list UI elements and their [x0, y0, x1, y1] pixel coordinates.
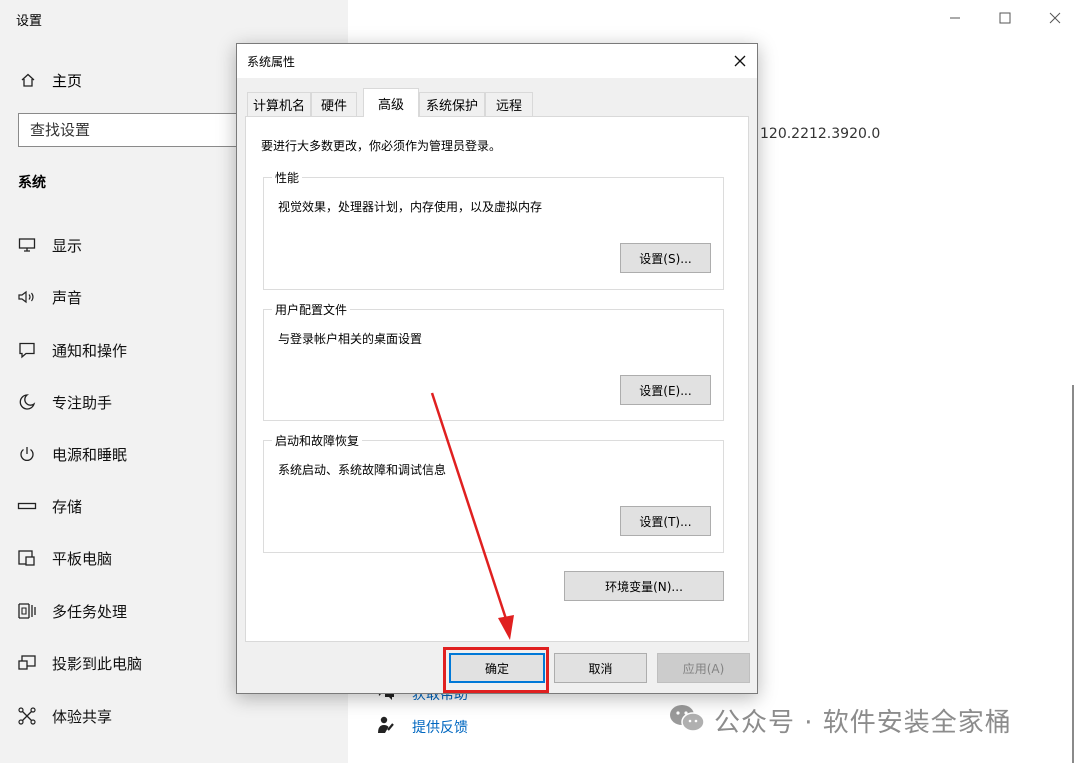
- nav-item-label: 多任务处理: [52, 602, 128, 621]
- nav-home-label: 主页: [52, 71, 83, 90]
- nav-item-label: 声音: [52, 288, 83, 307]
- ok-highlight-box: [443, 647, 549, 693]
- nav-item-label: 平板电脑: [52, 549, 113, 568]
- dialog-title: 系统属性: [247, 55, 296, 69]
- search-settings-input[interactable]: 查找设置: [18, 113, 258, 147]
- nav-item-display[interactable]: 显示: [16, 231, 82, 259]
- nav-home[interactable]: 主页: [18, 68, 82, 92]
- dialog-close-button[interactable]: [727, 48, 753, 74]
- environment-variables-button[interactable]: 环境变量(N)...: [564, 571, 724, 601]
- settings-title: 设置: [16, 14, 43, 29]
- nav-item-label: 体验共享: [52, 707, 113, 726]
- system-properties-dialog: 系统属性 计算机名 硬件 高级 系统保护 远程 要进行大多数更改，你必须作为管理…: [236, 43, 758, 694]
- section-title-system: 系统: [18, 175, 46, 191]
- dialog-titlebar[interactable]: 系统属性: [237, 44, 757, 78]
- tablet-icon: [16, 547, 38, 569]
- share-icon: [16, 705, 38, 727]
- nav-item-focus-assist[interactable]: 专注助手: [16, 388, 112, 416]
- notification-icon: [16, 339, 38, 361]
- group-desc-user-profiles: 与登录帐户相关的桌面设置: [278, 332, 423, 346]
- minimize-button[interactable]: [943, 6, 967, 30]
- home-icon: [18, 70, 38, 90]
- tab-computer-name[interactable]: 计算机名: [247, 92, 311, 116]
- nav-item-label: 存储: [52, 497, 83, 516]
- nav-item-tablet[interactable]: 平板电脑: [16, 544, 112, 572]
- nav-item-label: 通知和操作: [52, 341, 128, 360]
- maximize-button[interactable]: [993, 6, 1017, 30]
- watermark: 公众号 · 软件安装全家桶: [668, 702, 1012, 738]
- apply-button[interactable]: 应用(A): [657, 653, 750, 683]
- nav-item-power-sleep[interactable]: 电源和睡眠: [16, 440, 127, 468]
- tab-remote[interactable]: 远程: [485, 92, 533, 116]
- close-window-button[interactable]: [1043, 6, 1067, 30]
- user-profiles-settings-button[interactable]: 设置(E)...: [620, 375, 711, 405]
- feedback-icon: [376, 715, 396, 739]
- tab-advanced[interactable]: 高级: [363, 88, 419, 117]
- power-icon: [16, 443, 38, 465]
- nav-item-label: 电源和睡眠: [52, 445, 128, 464]
- version-text: 120.2212.3920.0: [760, 126, 881, 142]
- storage-icon: [16, 495, 38, 517]
- performance-settings-button[interactable]: 设置(S)...: [620, 243, 711, 273]
- nav-item-storage[interactable]: 存储: [16, 492, 82, 520]
- wechat-icon: [668, 702, 706, 738]
- nav-item-project-to-pc[interactable]: 投影到此电脑: [16, 649, 142, 677]
- nav-item-sound[interactable]: 声音: [16, 283, 82, 311]
- cancel-button[interactable]: 取消: [554, 653, 647, 683]
- startup-settings-button[interactable]: 设置(T)...: [620, 506, 711, 536]
- feedback-link[interactable]: 提供反馈: [376, 716, 468, 738]
- tab-system-protection[interactable]: 系统保护: [419, 92, 485, 116]
- monitor-icon: [16, 234, 38, 256]
- nav-item-shared-experiences[interactable]: 体验共享: [16, 702, 112, 730]
- nav-item-notifications[interactable]: 通知和操作: [16, 336, 127, 364]
- nav-item-label: 显示: [52, 236, 83, 255]
- group-user-profiles: 用户配置文件 与登录帐户相关的桌面设置 设置(E)...: [263, 301, 724, 421]
- nav-item-multitasking[interactable]: 多任务处理: [16, 597, 127, 625]
- group-desc-startup-recovery: 系统启动、系统故障和调试信息: [278, 463, 447, 477]
- group-startup-recovery: 启动和故障恢复 系统启动、系统故障和调试信息 设置(T)...: [263, 432, 724, 553]
- admin-note: 要进行大多数更改，你必须作为管理员登录。: [261, 139, 502, 153]
- close-icon: [734, 52, 746, 71]
- watermark-text: 公众号 · 软件安装全家桶: [714, 707, 1012, 738]
- group-label-user-profiles: 用户配置文件: [272, 301, 351, 318]
- group-desc-performance: 视觉效果，处理器计划，内存使用，以及虚拟内存: [278, 200, 543, 214]
- moon-icon: [16, 391, 38, 413]
- group-performance: 性能 视觉效果，处理器计划，内存使用，以及虚拟内存 设置(S)...: [263, 169, 724, 290]
- nav-item-label: 专注助手: [52, 393, 113, 412]
- group-label-startup-recovery: 启动和故障恢复: [272, 432, 363, 449]
- multitask-icon: [16, 600, 38, 622]
- project-icon: [16, 652, 38, 674]
- speaker-icon: [16, 286, 38, 308]
- group-label-performance: 性能: [272, 169, 303, 186]
- scrollbar[interactable]: [1072, 385, 1074, 763]
- nav-item-label: 投影到此电脑: [52, 654, 143, 673]
- feedback-label: 提供反馈: [412, 720, 468, 736]
- tab-hardware[interactable]: 硬件: [311, 92, 357, 116]
